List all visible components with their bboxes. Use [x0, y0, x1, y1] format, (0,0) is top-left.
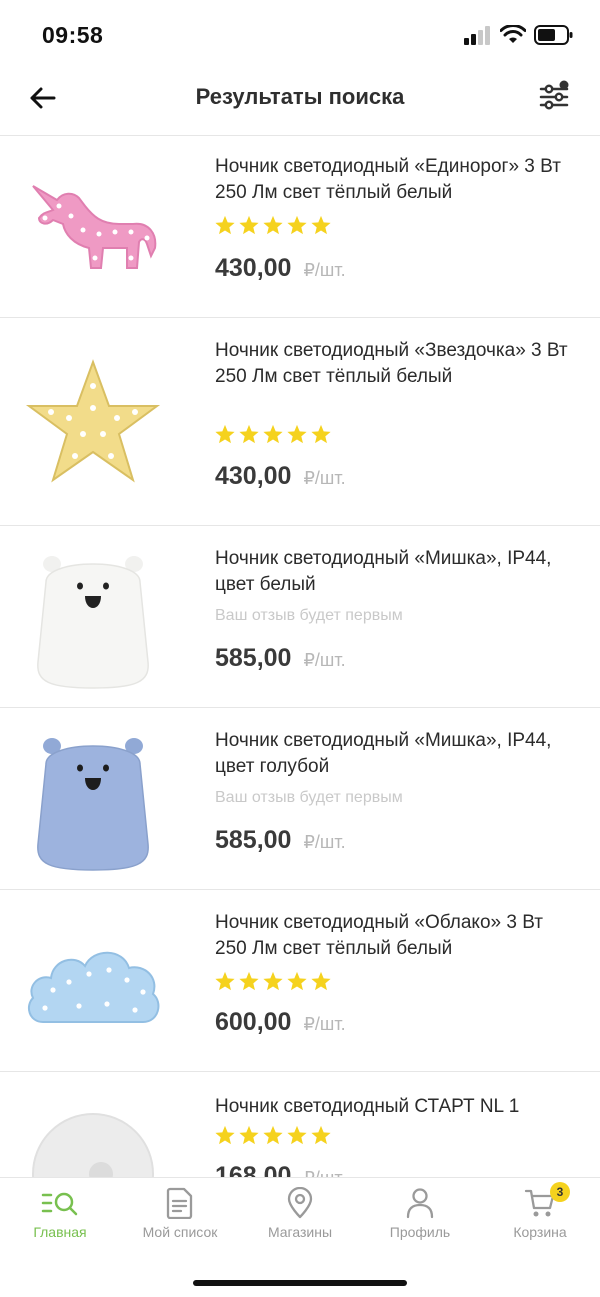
tab-label: Профиль — [389, 1224, 451, 1240]
star-icon — [263, 424, 283, 444]
product-name[interactable]: Ночник светодиодный «Звездочка» 3 Вт 250… — [215, 338, 575, 390]
product-card[interactable]: Ночник светодиодный «Звездочка» 3 Вт 250… — [0, 318, 600, 526]
product-price: 600,00 ₽/шт. — [215, 1008, 346, 1037]
tab-stores[interactable]: Магазины — [240, 1186, 360, 1246]
star-icon — [287, 424, 307, 444]
product-name[interactable]: Ночник светодиодный «Единорог» 3 Вт 250 … — [215, 154, 575, 206]
tab-my-list[interactable]: Мой список — [120, 1186, 240, 1246]
cart-count-badge: 3 — [550, 1182, 570, 1202]
map-pin-icon — [286, 1186, 314, 1220]
tab-label: Главная — [33, 1224, 87, 1240]
header: Результаты поиска — [0, 70, 600, 136]
unicorn-lamp-image — [20, 154, 166, 300]
product-price: 430,00 ₽/шт. — [215, 462, 346, 491]
tab-label: Корзина — [513, 1224, 567, 1240]
star-icon — [263, 971, 283, 991]
product-card[interactable]: Ночник светодиодный «Единорог» 3 Вт 250 … — [0, 136, 600, 318]
price-value: 430,00 — [215, 254, 292, 282]
tab-label: Магазины — [267, 1224, 333, 1240]
product-card[interactable]: Ночник светодиодный СТАРТ NL 1 168,00 ₽/… — [0, 1072, 600, 1177]
filter-sliders-icon — [538, 80, 570, 117]
price-value: 600,00 — [215, 1008, 292, 1036]
tab-home[interactable]: Главная — [0, 1186, 120, 1246]
price-value: 430,00 — [215, 462, 292, 490]
page-title: Результаты поиска — [195, 84, 405, 109]
star-icon — [239, 1125, 259, 1145]
signal-icon — [464, 25, 492, 50]
cart-icon: 3 — [524, 1182, 570, 1220]
product-price: 430,00 ₽/шт. — [215, 254, 346, 283]
star-icon — [239, 971, 259, 991]
home-search-icon — [41, 1186, 79, 1220]
price-value: 168,00 — [215, 1162, 292, 1177]
home-indicator — [193, 1280, 407, 1286]
star-icon — [239, 424, 259, 444]
product-price: 585,00 ₽/шт. — [215, 826, 346, 855]
product-card[interactable]: Ночник светодиодный «Мишка», IP44, цвет … — [0, 526, 600, 708]
profile-icon — [405, 1186, 435, 1220]
price-value: 585,00 — [215, 826, 292, 854]
star-icon — [311, 971, 331, 991]
tab-label: Мой список — [142, 1224, 218, 1240]
product-name[interactable]: Ночник светодиодный СТАРТ NL 1 — [215, 1094, 575, 1120]
star-icon — [287, 1125, 307, 1145]
star-lamp-image — [20, 346, 166, 496]
status-time: 09:58 — [42, 22, 104, 48]
star-icon — [215, 215, 235, 235]
price-unit: ₽/шт. — [303, 1168, 345, 1177]
star-icon — [287, 971, 307, 991]
review-note[interactable]: Ваш отзыв будет первым — [215, 789, 403, 807]
tab-bar: Главная Мой список Магазины Профиль 3 Ко… — [0, 1177, 600, 1297]
star-icon — [263, 215, 283, 235]
star-icon — [311, 215, 331, 235]
price-unit: ₽/шт. — [303, 468, 346, 488]
rating-stars — [214, 423, 332, 445]
rating-stars — [214, 970, 332, 992]
product-name[interactable]: Ночник светодиодный «Облако» 3 Вт 250 Лм… — [215, 910, 575, 962]
price-unit: ₽/шт. — [303, 1014, 346, 1034]
product-name[interactable]: Ночник светодиодный «Мишка», IP44, цвет … — [215, 728, 575, 780]
product-price: 168,00 ₽/шт. — [215, 1162, 346, 1177]
price-unit: ₽/шт. — [303, 260, 346, 280]
product-name[interactable]: Ночник светодиодный «Мишка», IP44, цвет … — [215, 546, 575, 598]
review-note[interactable]: Ваш отзыв будет первым — [215, 607, 403, 625]
cloud-lamp-image — [20, 914, 166, 1054]
status-icons — [464, 23, 574, 51]
star-icon — [215, 424, 235, 444]
price-unit: ₽/шт. — [303, 832, 346, 852]
white-bear-lamp-image — [20, 542, 166, 692]
round-lamp-image — [20, 1092, 166, 1177]
list-document-icon — [165, 1186, 195, 1220]
star-icon — [239, 215, 259, 235]
product-list: Ночник светодиодный «Единорог» 3 Вт 250 … — [0, 136, 600, 1177]
star-icon — [311, 1125, 331, 1145]
blue-bear-lamp-image — [20, 724, 166, 874]
wifi-icon — [499, 23, 527, 50]
star-icon — [215, 971, 235, 991]
star-icon — [311, 424, 331, 444]
tab-cart[interactable]: 3 Корзина — [480, 1182, 600, 1246]
tab-profile[interactable]: Профиль — [360, 1186, 480, 1246]
battery-icon — [534, 24, 574, 51]
star-icon — [215, 1125, 235, 1145]
rating-stars — [214, 214, 332, 236]
star-icon — [287, 215, 307, 235]
product-card[interactable]: Ночник светодиодный «Облако» 3 Вт 250 Лм… — [0, 890, 600, 1072]
rating-stars — [214, 1124, 332, 1146]
star-icon — [263, 1125, 283, 1145]
filter-button[interactable] — [532, 76, 576, 120]
product-price: 585,00 ₽/шт. — [215, 644, 346, 673]
price-value: 585,00 — [215, 644, 292, 672]
status-bar: 09:58 — [0, 0, 600, 70]
product-card[interactable]: Ночник светодиодный «Мишка», IP44, цвет … — [0, 708, 600, 890]
price-unit: ₽/шт. — [303, 650, 346, 670]
